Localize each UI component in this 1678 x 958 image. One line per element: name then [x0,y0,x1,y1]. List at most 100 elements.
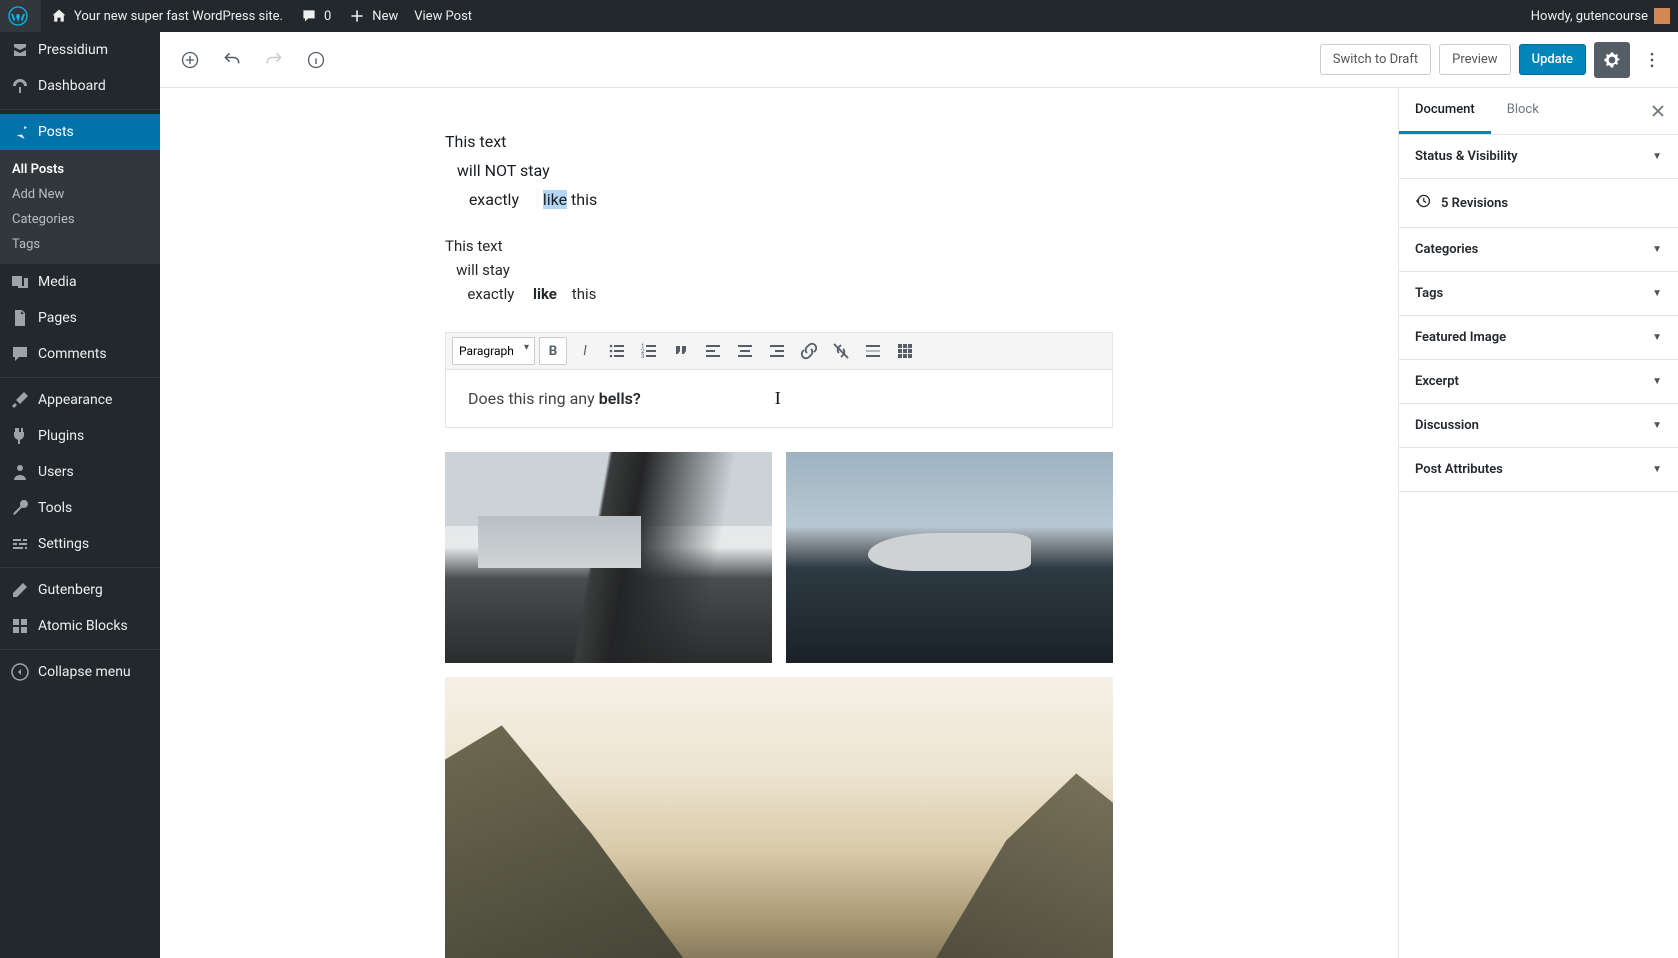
insert-more-button[interactable] [859,337,887,365]
format-select-wrap: Paragraph [452,337,535,365]
my-account-link[interactable]: Howdy, gutencourse [1523,0,1678,32]
sidebar-media[interactable]: Media [0,264,160,300]
new-content-link[interactable]: New [339,0,406,32]
italic-button[interactable]: I [571,337,599,365]
chevron-down-icon: ▼ [1652,464,1662,475]
format-select[interactable]: Paragraph [452,337,535,365]
view-post-link[interactable]: View Post [406,0,480,32]
blockquote-button[interactable] [667,337,695,365]
paragraph-block[interactable]: This text will NOT stay exactly like thi… [445,128,1113,214]
sidebar-media-label: Media [38,274,77,290]
editor-canvas[interactable]: This text will NOT stay exactly like thi… [160,88,1398,958]
switch-to-draft-button[interactable]: Switch to Draft [1320,44,1431,75]
sidebar-comments[interactable]: Comments [0,336,160,372]
gallery-block[interactable] [445,452,1113,958]
panel-label: Post Attributes [1415,462,1503,477]
sidebar-pages[interactable]: Pages [0,300,160,336]
wp-logo-menu[interactable] [0,0,41,32]
panel-revisions[interactable]: 5 Revisions [1399,179,1678,228]
editor-header: Switch to Draft Preview Update [160,32,1678,88]
sidebar-settings[interactable]: Settings [0,526,160,562]
text: this [567,190,597,209]
panel-label: Status & Visibility [1415,149,1518,164]
tab-block[interactable]: Block [1491,88,1555,134]
bulleted-list-button[interactable] [603,337,631,365]
sidebar-plugins-label: Plugins [38,428,84,444]
panel-post-attributes[interactable]: Post Attributes ▼ [1399,448,1678,492]
toolbar-toggle-button[interactable] [891,337,919,365]
redo-button[interactable] [256,42,292,78]
more-menu-button[interactable] [1638,42,1666,78]
site-name-link[interactable]: Your new super fast WordPress site. [41,0,291,32]
panel-excerpt[interactable]: Excerpt▼ [1399,360,1678,404]
settings-toggle-button[interactable] [1594,42,1630,78]
panel-status-visibility[interactable]: Status & Visibility▼ [1399,135,1678,179]
revisions-label: 5 Revisions [1441,196,1508,211]
user-icon [10,462,30,482]
collapse-menu[interactable]: Collapse menu [0,654,160,690]
text: exactly [445,190,543,209]
panel-discussion[interactable]: Discussion▼ [1399,404,1678,448]
posts-submenu: All Posts Add New Categories Tags [0,150,160,264]
panel-featured-image[interactable]: Featured Image▼ [1399,316,1678,360]
sidebar-plugins[interactable]: Plugins [0,418,160,454]
tab-document[interactable]: Document [1399,88,1491,134]
sidebar-dashboard[interactable]: Dashboard [0,68,160,104]
align-left-button[interactable] [699,337,727,365]
sidebar-comments-label: Comments [38,346,107,362]
update-button[interactable]: Update [1519,44,1586,75]
preformatted-block[interactable]: This text will stay exactly like this [445,234,1113,306]
unlink-button[interactable] [827,337,855,365]
add-block-button[interactable] [172,42,208,78]
gallery-image-plane[interactable] [786,452,1113,663]
submenu-tags[interactable]: Tags [0,232,160,257]
classic-editor-block[interactable]: Paragraph B I 123 Does this ring [445,332,1113,428]
classic-body[interactable]: Does this ring any bells? I [446,370,1112,427]
text-cursor-icon: I [775,388,781,408]
sidebar-atomic[interactable]: Atomic Blocks [0,608,160,644]
page-icon [10,308,30,328]
media-icon [10,272,30,292]
gallery-image-mountains[interactable] [445,677,1113,958]
sidebar-gutenberg[interactable]: Gutenberg [0,572,160,608]
align-right-button[interactable] [763,337,791,365]
gallery-image-road[interactable] [445,452,772,663]
submenu-add-new[interactable]: Add New [0,182,160,207]
link-button[interactable] [795,337,823,365]
new-label: New [372,9,398,24]
brand-item[interactable]: Pressidium [0,32,160,68]
sidebar-appearance[interactable]: Appearance [0,382,160,418]
close-settings-button[interactable] [1638,88,1678,134]
info-button[interactable] [298,42,334,78]
preview-button[interactable]: Preview [1439,44,1510,75]
settings-sidebar: Document Block Status & Visibility▼ 5 Re… [1398,88,1678,958]
text: Does this ring any [468,389,599,408]
sidebar-users[interactable]: Users [0,454,160,490]
code-text: This text will stay exactly like this [445,237,596,303]
brand-label: Pressidium [38,42,108,58]
bold-button[interactable]: B [539,337,567,365]
panel-categories[interactable]: Categories▼ [1399,228,1678,272]
sidebar-atomic-label: Atomic Blocks [38,618,128,634]
chevron-down-icon: ▼ [1652,332,1662,343]
chevron-down-icon: ▼ [1652,420,1662,431]
header-left-tools [172,42,334,78]
numbered-list-button[interactable]: 123 [635,337,663,365]
view-post-label: View Post [414,9,472,24]
comments-link[interactable]: 0 [291,0,339,32]
history-icon [1415,193,1431,213]
settings-tabs: Document Block [1399,88,1678,135]
panel-tags[interactable]: Tags▼ [1399,272,1678,316]
sliders-icon [10,534,30,554]
home-icon [49,6,69,26]
submenu-all-posts[interactable]: All Posts [0,157,160,182]
brush-icon [10,390,30,410]
collapse-label: Collapse menu [38,664,131,680]
undo-button[interactable] [214,42,250,78]
align-center-button[interactable] [731,337,759,365]
submenu-categories[interactable]: Categories [0,207,160,232]
sidebar-posts[interactable]: Posts [0,114,160,150]
bold-text: bells? [599,389,641,408]
sidebar-tools[interactable]: Tools [0,490,160,526]
wrench-icon [10,498,30,518]
